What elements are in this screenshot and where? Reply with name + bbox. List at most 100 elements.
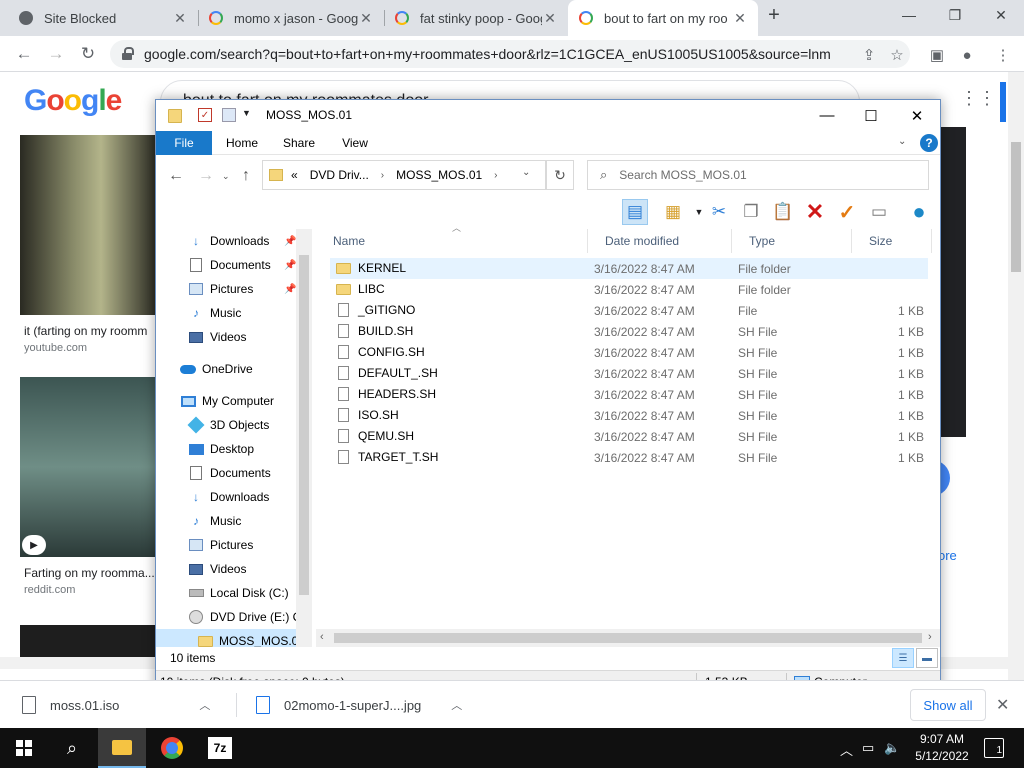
side-panel-icon[interactable]: ▣ [928,46,946,64]
paste-icon[interactable]: 📋 [770,199,796,225]
file-row[interactable]: LIBC 3/16/2022 8:47 AM File folder [330,279,928,300]
preview-pane-icon[interactable]: ▤ [622,199,648,225]
breadcrumb-overflow[interactable]: « [291,168,298,182]
chrome-icon[interactable] [148,728,196,768]
signin-button-edge[interactable] [1000,82,1006,122]
column-header-date-modified[interactable]: Date modified [588,229,732,253]
video-thumbnail[interactable]: ▶ [20,377,155,557]
recent-locations-icon[interactable]: ⌄ [222,171,230,182]
file-row[interactable]: TARGET_T.SH 3/16/2022 8:47 AM SH File 1 KB [330,447,928,468]
apps-grid-icon[interactable]: ⋮⋮ [960,88,996,109]
explorer-search-input[interactable]: ⌕ Search MOSS_MOS.01 [587,160,929,190]
back-arrow-icon[interactable]: ← [168,167,184,185]
chevron-up-icon[interactable]: ︿ [840,740,853,759]
scrollbar-thumb[interactable] [1011,142,1021,272]
nav-item-videos[interactable]: Videos [188,325,246,349]
chevron-up-icon[interactable]: ︿ [199,697,210,713]
folder-options-icon[interactable]: ▦ [660,199,686,225]
close-window-button[interactable]: ✕ [978,0,1024,30]
close-icon[interactable]: ✕ [542,10,558,27]
file-row[interactable]: KERNEL 3/16/2022 8:47 AM File folder [330,258,928,279]
menu-kebab-icon[interactable]: ⋮ [994,46,1012,64]
address-bar[interactable]: google.com/search?q=bout+to+fart+on+my+r… [110,40,910,68]
column-header-size[interactable]: Size [852,229,932,253]
breadcrumb-moss-mos[interactable]: MOSS_MOS.01 [396,168,482,182]
network-icon[interactable]: ▭ [862,740,874,756]
restore-button[interactable]: ❐ [932,0,978,30]
address-breadcrumb[interactable]: « DVD Driv... › MOSS_MOS.01 › [262,160,546,190]
tab-view[interactable]: View [332,131,378,155]
tab-file[interactable]: File [156,131,212,155]
scrollbar-thumb[interactable] [334,633,922,643]
chevron-right-icon[interactable]: › [381,170,384,181]
tab-site-blocked[interactable]: Site Blocked ✕ [8,0,198,36]
nav-item-pictures[interactable]: Pictures [188,533,253,557]
file-row[interactable]: QEMU.SH 3/16/2022 8:47 AM SH File 1 KB [330,426,928,447]
minimize-button[interactable]: — [886,0,932,30]
breadcrumb-dvd-drive[interactable]: DVD Driv... [310,168,369,182]
file-row[interactable]: _GITIGNO 3/16/2022 8:47 AM File 1 KB [330,300,928,321]
nav-item-documents[interactable]: Documents [188,461,271,485]
new-folder-icon[interactable] [222,108,236,122]
result-title[interactable]: Farting on my roomma... [24,566,155,580]
nav-item-music[interactable]: ♪ Music [188,301,241,325]
reload-button[interactable]: ↻ [76,42,100,66]
maximize-button[interactable]: ☐ [848,100,894,131]
details-view-icon[interactable]: ☰ [892,648,914,668]
nav-item-moss-mos[interactable]: MOSS_MOS.01 [156,629,305,647]
nav-item-dvd-drive[interactable]: DVD Drive (E:) Cl [188,605,304,629]
chevron-down-icon[interactable]: ⌄ [522,167,530,178]
help-button[interactable]: ? [920,134,938,152]
nav-item-onedrive[interactable]: OneDrive [180,357,253,381]
tab-bout-to-fart[interactable]: bout to fart on my roo ✕ [568,0,758,36]
delete-icon[interactable]: ✕ [802,199,828,225]
tab-home[interactable]: Home [218,131,266,155]
explorer-title-bar[interactable]: ✓ ▼ MOSS_MOS.01 — ☐ ✕ [156,100,940,131]
download-item[interactable]: moss.01.iso ︿ [22,689,210,721]
nav-item-3d-objects[interactable]: 3D Objects [187,413,269,437]
refresh-icon[interactable]: ↻ [546,160,574,190]
properties-check-icon[interactable]: ✓ [198,108,212,122]
close-icon[interactable]: ✕ [358,10,374,27]
scrollbar-thumb[interactable] [299,255,309,595]
file-list-horizontal-scrollbar[interactable]: ‹ › [316,629,940,647]
chevron-up-icon[interactable]: ︿ [451,697,462,713]
tab-share[interactable]: Share [276,131,322,155]
windows-start-icon[interactable] [0,728,48,768]
up-arrow-icon[interactable]: ↑ [242,167,250,185]
page-scrollbar[interactable] [1008,72,1024,680]
scroll-left-icon[interactable]: ‹ [320,631,324,643]
nav-item-documents[interactable]: Documents 📌 [188,253,296,277]
file-row[interactable]: ISO.SH 3/16/2022 8:47 AM SH File 1 KB [330,405,928,426]
file-row[interactable]: CONFIG.SH 3/16/2022 8:47 AM SH File 1 KB [330,342,928,363]
copy-icon[interactable]: ❐ [738,199,764,225]
column-header-name[interactable]: Name [316,229,588,253]
file-row[interactable]: BUILD.SH 3/16/2022 8:47 AM SH File 1 KB [330,321,928,342]
tab-fat-stinky-poop[interactable]: fat stinky poop - Goog ✕ [384,0,568,36]
rename-icon[interactable]: ▭ [866,199,892,225]
ribbon-expand-icon[interactable]: ⌄ [898,136,906,147]
nav-item-desktop[interactable]: Desktop [188,437,254,461]
google-logo[interactable]: Google [24,84,122,118]
forward-arrow-icon[interactable]: → [198,167,214,185]
result-title[interactable]: it (farting on my roomm [24,324,147,338]
minimize-button[interactable]: — [804,100,850,131]
forward-button[interactable]: → [44,42,68,66]
nav-item-pictures[interactable]: Pictures 📌 [188,277,296,301]
volume-icon[interactable]: 🔈 [884,740,900,756]
show-all-downloads-button[interactable]: Show all [910,689,986,721]
file-row[interactable]: HEADERS.SH 3/16/2022 8:47 AM SH File 1 KB [330,384,928,405]
scroll-right-icon[interactable]: › [928,631,932,643]
system-clock[interactable]: 9:07 AM 5/12/2022 [906,731,978,765]
7zip-icon[interactable]: 7z [196,728,244,768]
share-icon[interactable]: ⇪ [860,46,878,64]
close-button[interactable]: ✕ [894,100,940,131]
tab-momo-x-jason[interactable]: momo x jason - Google ✕ [198,0,384,36]
nav-item-my-computer[interactable]: My Computer [180,389,274,413]
close-icon[interactable]: ✕ [172,10,188,27]
nav-item-downloads[interactable]: ↓ Downloads [188,485,269,509]
column-header-type[interactable]: Type [732,229,852,253]
chevron-right-icon[interactable]: › [494,170,497,181]
nav-item-videos[interactable]: Videos [188,557,246,581]
download-item[interactable]: 02momo-1-superJ....jpg ︿ [256,689,462,721]
